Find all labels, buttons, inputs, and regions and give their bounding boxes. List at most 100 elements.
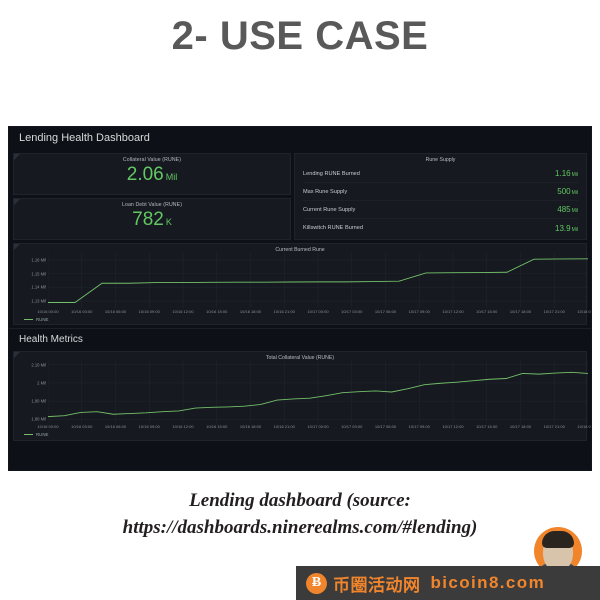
stat-unit: K [165,217,172,227]
x-tick-label: 10/17 18:00 [509,309,532,314]
rune-supply-panel[interactable]: Rune Supply Lending RUNE Burned 1.16Mil … [294,153,587,240]
dashboard-screenshot: Lending Health Dashboard Collateral Valu… [8,126,592,471]
y-tick-label: 1.90 Mil [31,398,46,404]
plot-area: 1.80 Mil 1.90 Mil 2 Mil 2.10 Mil [14,361,588,423]
avatar-hair [542,531,574,548]
stat-number: 2.06 [126,164,164,185]
chart-legend: RUNE [14,317,586,325]
x-tick-label: 10/16 21:00 [273,309,295,314]
table-row: Max Rune Supply 500Mil [303,183,578,201]
row-number: 500 [557,187,571,196]
x-tick-label: 10/17 21:00 [543,424,565,429]
dashboard-title: Lending Health Dashboard [9,127,591,153]
y-axis-ticks: 1.80 Mil 1.90 Mil 2 Mil 2.10 Mil [16,361,46,423]
y-tick-label: 1.13 Mil [31,298,46,304]
line-chart-svg [48,253,588,308]
bitcoin-icon: Ƀ [306,572,327,594]
x-tick-label: 10/16 00:00 [37,309,59,314]
caption: Lending dashboard (source: https://dashb… [40,487,560,541]
panel-corner-marker [14,154,20,160]
row-number: 13.9 [555,223,571,233]
panel-corner-marker [14,352,20,358]
x-tick-label: 10/16 12:00 [172,424,194,429]
x-tick-label: 10/16 12:00 [172,309,194,314]
chart-title: Total Collateral Value (RUNE) [265,355,335,361]
row-value: 500Mil [557,187,578,196]
x-tick-label: 10/16 18:00 [239,424,262,429]
panel-corner-marker [14,244,20,250]
x-tick-label: 10/17 00:00 [307,424,329,429]
x-tick-label: 10/16 03:00 [71,424,93,429]
y-axis-ticks: 1.13 Mil 1.14 Mil 1.15 Mil 1.16 Mil [16,253,46,308]
y-tick-label: 2 Mil [37,380,46,386]
legend-swatch-icon [24,318,33,321]
chart-panel-current-burned-rune[interactable]: Current Burned Rune 1.13 Mil 1.14 Mil 1.15… [13,243,591,325]
x-tick-label: 10/16 15:00 [206,309,228,314]
x-axis-ticks: 10/16 00:00 10/16 03:00 10/16 06:00 10/16 0… [14,308,591,317]
row-label: Current Rune Supply [303,206,356,213]
x-tick-label: 10/16 00:00 [37,424,59,429]
slide: 2- USE CASE Lending Health Dashboard Col… [0,0,600,600]
x-tick-label: 10/16 03:00 [71,309,93,314]
stat-number: 782 [132,209,164,230]
chart-title: Current Burned Rune [275,247,325,253]
row-label: Killswitch RUNE Burned [303,225,363,231]
watermark-bar: Ƀ 币圈活动网 bicoin8.com [296,566,600,600]
y-tick-label: 1.16 Mil [31,257,46,263]
stat-unit: Mil [165,172,178,182]
row-label: Lending RUNE Burned [303,170,360,177]
x-tick-label: 10/17 06:00 [374,424,397,429]
x-tick-label: 10/16 09:00 [138,309,160,314]
panel-corner-marker [14,199,20,205]
table-row: Current Rune Supply 485Mil [303,201,578,219]
stat-value: 782 K [132,209,172,233]
x-tick-label: 10/18 00:00 [577,309,591,314]
y-tick-label: 2.10 Mil [31,362,46,368]
table-row: Lending RUNE Burned 1.16Mil [303,165,578,183]
stats-row: Collateral Value (RUNE) 2.06 Mil Loan Deb… [9,153,591,240]
row-unit: Mil [571,172,578,178]
x-tick-label: 10/17 03:00 [341,424,363,429]
x-tick-label: 10/16 06:00 [104,424,127,429]
table-row: Killswitch RUNE Burned 13.9Mil [303,219,578,237]
rune-supply-title: Rune Supply [425,157,456,163]
x-tick-label: 10/17 09:00 [408,309,430,314]
x-tick-label: 10/16 21:00 [273,424,295,429]
watermark-url: bicoin8.com [430,573,546,592]
stat-title: Collateral Value (RUNE) [122,157,182,163]
section-header-health-metrics: Health Metrics [9,328,591,348]
stat-panel-loan-debt-value[interactable]: Loan Debt Value (RUNE) 782 K [13,198,291,240]
watermark-site-name: 币圈活动网 [333,575,421,596]
caption-line-1: Lending dashboard (source: [189,490,411,511]
row-unit: Mil [571,208,578,214]
x-tick-label: 10/17 21:00 [543,309,565,314]
stat-panel-collateral-value[interactable]: Collateral Value (RUNE) 2.06 Mil [13,153,291,195]
row-unit: Mil [571,190,578,196]
chart-legend: RUNE [14,432,586,440]
x-tick-label: 10/16 09:00 [138,424,160,429]
row-value: 1.16Mil [555,169,578,178]
legend-label: RUNE [36,317,49,322]
x-tick-label: 10/18 00:00 [577,424,591,429]
row-value: 485Mil [557,205,578,214]
row-value: 13.9Mil [555,224,578,233]
caption-line-2: https://dashboards.ninerealms.com/#lendi… [122,517,478,538]
y-tick-label: 1.15 Mil [31,271,46,277]
x-tick-label: 10/16 06:00 [104,309,127,314]
line-chart-svg [48,361,588,423]
row-number: 1.16 [555,169,571,178]
stat-value: 2.06 Mil [127,164,177,188]
x-tick-label: 10/17 03:00 [341,309,363,314]
row-label: Max Rune Supply [303,188,348,195]
row-number: 485 [557,205,571,214]
chart-panel-total-collateral-value[interactable]: Total Collateral Value (RUNE) 1.80 Mil 1.… [13,351,591,441]
x-tick-label: 10/17 18:00 [509,424,532,429]
plot-area: 1.13 Mil 1.14 Mil 1.15 Mil 1.16 Mil [14,253,588,308]
page-title: 2- USE CASE [171,14,429,58]
x-tick-label: 10/16 18:00 [239,309,262,314]
x-tick-label: 10/17 09:00 [408,424,430,429]
legend-swatch-icon [24,433,33,436]
stat-panel-column: Collateral Value (RUNE) 2.06 Mil Loan Deb… [13,153,291,240]
x-tick-label: 10/17 00:00 [307,309,329,314]
x-tick-label: 10/17 15:00 [476,309,498,314]
